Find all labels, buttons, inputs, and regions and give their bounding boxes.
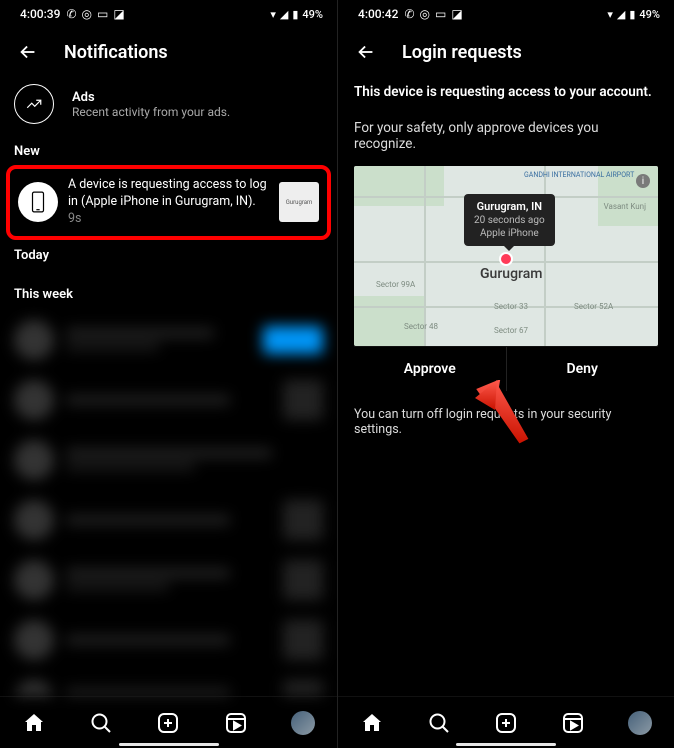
login-request-subtext: For your safety, only approve devices yo…: [354, 120, 658, 152]
approve-button[interactable]: Approve: [354, 347, 506, 391]
list-item[interactable]: [0, 610, 337, 670]
login-request-timestamp: 9s: [68, 211, 81, 226]
login-request-map-thumb: Gurugram: [279, 182, 319, 222]
signal-icon: ◢: [617, 8, 625, 21]
login-request-body: This device is requesting access to your…: [338, 76, 674, 391]
nav-search[interactable]: [426, 710, 452, 736]
flipboard-icon: ◪: [451, 8, 462, 20]
list-item[interactable]: [0, 490, 337, 550]
bottom-nav: [0, 696, 337, 748]
status-bar: 4:00:39 ✆ ◎ ▭ ◪ ▾ ◢ ▮ 49%: [0, 0, 337, 28]
login-request-message: A device is requesting access to log in …: [68, 177, 267, 209]
map-sector-label: Sector 52A: [574, 302, 613, 311]
status-right: ▾ ◢ ▮ 49%: [607, 8, 660, 21]
tooltip-time: 20 seconds ago: [474, 214, 545, 227]
ads-title: Ads: [72, 90, 230, 105]
home-indicator: [456, 743, 556, 746]
header: Notifications: [0, 28, 337, 76]
map-sector-label: Sector 99A: [376, 280, 415, 289]
section-new: New: [0, 138, 337, 163]
battery-text: 49%: [639, 8, 660, 21]
map-sector-label: Sector 67: [494, 326, 528, 335]
status-bar: 4:00:42 ✆ ◎ ▭ ◪ ▾ ◢ ▮ 49%: [338, 0, 674, 28]
deny-button[interactable]: Deny: [506, 347, 659, 391]
nav-search[interactable]: [88, 710, 114, 736]
status-time: 4:00:39: [20, 7, 60, 21]
whatsapp-icon: ✆: [66, 8, 76, 20]
map-airport-label: GANDHI INTERNATIONAL AIRPORT: [524, 172, 634, 179]
tooltip-location: Gurugram, IN: [474, 200, 545, 214]
page-title: Notifications: [64, 42, 168, 63]
map-thumb-label: Gurugram: [286, 199, 313, 206]
login-request-footer: You can turn off login requests in your …: [338, 391, 674, 453]
section-today: Today: [0, 242, 337, 267]
nav-home[interactable]: [359, 710, 385, 736]
map-pin-icon: [499, 252, 513, 266]
avatar: [628, 711, 652, 735]
status-app-icons: ✆ ◎ ▭ ◪: [404, 8, 462, 20]
location-map[interactable]: GANDHI INTERNATIONAL AIRPORT i Vasant Ku…: [354, 166, 658, 346]
battery-text: 49%: [302, 8, 323, 21]
bottom-nav: [338, 696, 674, 748]
nav-home[interactable]: [21, 710, 47, 736]
status-left: 4:00:42 ✆ ◎ ▭ ◪: [358, 7, 463, 21]
ads-row[interactable]: Ads Recent activity from your ads.: [0, 76, 337, 138]
nav-reels[interactable]: [560, 710, 586, 736]
login-request-notification[interactable]: A device is requesting access to log in …: [6, 165, 331, 240]
list-item[interactable]: [0, 430, 337, 490]
device-icon: [18, 182, 58, 222]
status-time: 4:00:42: [358, 7, 398, 21]
calendar-icon: ▭: [435, 8, 446, 20]
map-info-icon[interactable]: i: [636, 174, 650, 188]
action-buttons: Approve Deny: [354, 346, 658, 391]
calendar-icon: ▭: [97, 8, 108, 20]
home-indicator: [119, 743, 219, 746]
status-right: ▾ ◢ ▮ 49%: [270, 8, 323, 21]
nav-profile[interactable]: [290, 710, 316, 736]
phone-left: 4:00:39 ✆ ◎ ▭ ◪ ▾ ◢ ▮ 49% Notifications …: [0, 0, 337, 748]
list-item[interactable]: [0, 550, 337, 610]
section-this-week: This week: [0, 267, 337, 306]
ads-subtitle: Recent activity from your ads.: [72, 105, 230, 119]
header: Login requests: [338, 28, 674, 76]
nav-profile[interactable]: [627, 710, 653, 736]
list-item[interactable]: [0, 310, 337, 370]
map-sector-label: Sector 48: [404, 322, 438, 331]
tooltip-device: Apple iPhone: [474, 227, 545, 240]
map-sector-label: Vasant Kunj: [604, 202, 646, 211]
map-tooltip: Gurugram, IN 20 seconds ago Apple iPhone: [464, 194, 555, 246]
wifi-icon: ▾: [607, 8, 613, 21]
back-button[interactable]: [16, 40, 40, 64]
signal-icon: ◢: [280, 8, 288, 21]
map-city-label: Gurugram: [480, 266, 542, 282]
blurred-notifications: [0, 310, 337, 696]
nav-create[interactable]: [155, 710, 181, 736]
ads-text: Ads Recent activity from your ads.: [72, 90, 230, 119]
status-left: 4:00:39 ✆ ◎ ▭ ◪: [20, 7, 125, 21]
status-app-icons: ✆ ◎ ▭ ◪: [66, 8, 124, 20]
flipboard-icon: ◪: [113, 8, 124, 20]
battery-icon: ▮: [629, 8, 635, 21]
list-item[interactable]: [0, 370, 337, 430]
phone-right: 4:00:42 ✆ ◎ ▭ ◪ ▾ ◢ ▮ 49% Login requests…: [337, 0, 674, 748]
whatsapp-icon: ✆: [404, 8, 414, 20]
nav-reels[interactable]: [223, 710, 249, 736]
list-item[interactable]: [0, 670, 337, 696]
page-title: Login requests: [402, 42, 522, 63]
battery-icon: ▮: [292, 8, 298, 21]
wifi-icon: ▾: [270, 8, 276, 21]
login-request-heading: This device is requesting access to your…: [354, 84, 658, 100]
back-button[interactable]: [354, 40, 378, 64]
avatar: [291, 711, 315, 735]
camera-icon: ◎: [82, 8, 92, 20]
login-request-text: A device is requesting access to log in …: [68, 177, 269, 228]
nav-create[interactable]: [493, 710, 519, 736]
map-sector-label: Sector 33: [494, 302, 528, 311]
camera-icon: ◎: [420, 8, 430, 20]
ads-icon: [14, 84, 54, 124]
